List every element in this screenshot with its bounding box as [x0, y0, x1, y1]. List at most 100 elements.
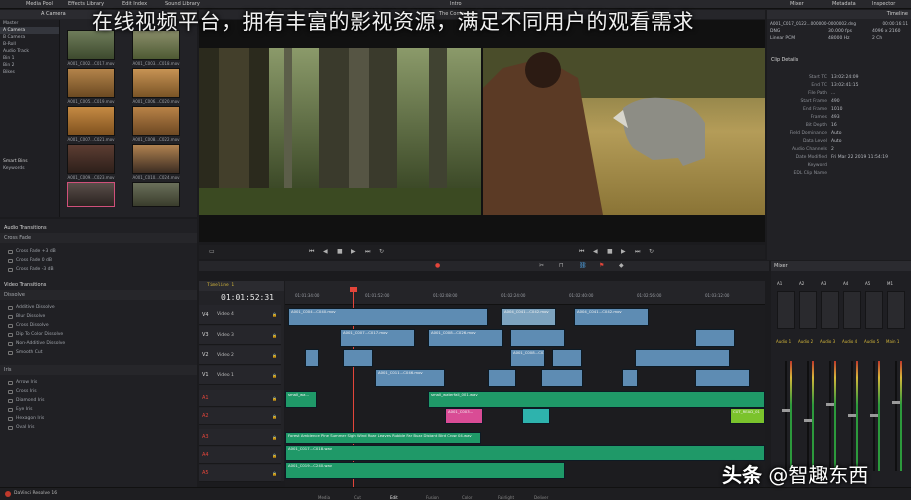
- stop-icon[interactable]: ■: [337, 248, 343, 255]
- page-tab-fusion[interactable]: Fusion: [426, 495, 439, 500]
- audio-clip[interactable]: small_wa...: [285, 391, 317, 408]
- link-icon[interactable]: ⛓: [579, 262, 587, 269]
- timeline-clip[interactable]: [695, 369, 750, 387]
- page-tab-edit[interactable]: Edit: [390, 495, 398, 500]
- bin-item-b-camera[interactable]: B Camera: [0, 34, 59, 41]
- fader-knob[interactable]: [870, 414, 878, 417]
- clip-thumbnail[interactable]: [67, 106, 115, 136]
- timeline-clip[interactable]: [343, 349, 373, 367]
- timeline-clip[interactable]: A001_C011...C046.mov: [375, 369, 445, 387]
- track-header-a5[interactable]: A5 🔒: [199, 465, 281, 482]
- fader-knob[interactable]: [826, 403, 834, 406]
- audio-clip[interactable]: A001_C019...C240.wav: [285, 462, 565, 479]
- clip-detail-value[interactable]: 16: [831, 123, 837, 128]
- blade-tool-icon[interactable]: ✂: [539, 262, 544, 269]
- smart-bin-keywords[interactable]: Keywords: [0, 165, 59, 172]
- timeline-clip[interactable]: [305, 349, 319, 367]
- clip-detail-value[interactable]: 1010: [831, 107, 842, 112]
- mixer-eq-slot[interactable]: [843, 291, 861, 329]
- clip-detail-value[interactable]: 2: [831, 147, 834, 152]
- mixer-fader[interactable]: [804, 361, 812, 471]
- loop-icon[interactable]: ↻: [649, 248, 654, 255]
- timeline-body[interactable]: 01:01:34:00 01:01:52:00 01:02:08:00 01:0…: [285, 281, 765, 487]
- track-header-a4[interactable]: A4 🔒: [199, 447, 281, 464]
- iris-section[interactable]: Iris: [0, 365, 197, 375]
- program-viewer[interactable]: [483, 48, 765, 215]
- clip-detail-value[interactable]: 490: [831, 99, 840, 104]
- page-tab-color[interactable]: Color: [462, 495, 472, 500]
- clip-thumbnail[interactable]: [132, 106, 180, 136]
- timeline-clip[interactable]: [488, 369, 516, 387]
- stop-icon[interactable]: ■: [607, 248, 613, 255]
- fx-item-cross-dissolve[interactable]: Cross Dissolve: [0, 321, 197, 330]
- lock-icon[interactable]: 🔒: [272, 453, 277, 458]
- skip-back-icon[interactable]: ⏮: [579, 248, 584, 256]
- timeline-clip[interactable]: [552, 349, 582, 367]
- clip-thumbnail[interactable]: [132, 144, 180, 174]
- bin-item-b-roll[interactable]: B-Roll: [0, 41, 59, 48]
- lock-icon[interactable]: 🔒: [272, 373, 277, 378]
- audio-clip[interactable]: A001_C003...: [445, 408, 483, 424]
- playhead-handle[interactable]: [350, 287, 357, 292]
- clip-detail-value[interactable]: Fri Mar 22 2019 11:54:19: [831, 155, 888, 160]
- fx-item-blur-dissolve[interactable]: Blur Dissolve: [0, 312, 197, 321]
- page-tab-media[interactable]: Media: [318, 495, 330, 500]
- fx-item-dip-to-color[interactable]: Dip To Color Dissolve: [0, 330, 197, 339]
- bin-item-bin-2[interactable]: Bin 2: [0, 62, 59, 69]
- fx-item-cross-fade-0[interactable]: Cross Fade 0 dB: [0, 256, 197, 265]
- bin-item-a-camera[interactable]: A Camera: [0, 27, 59, 34]
- track-header-a3[interactable]: A3 🔒: [199, 429, 281, 446]
- audio-clip[interactable]: A001_C017...C018.wav: [285, 445, 765, 461]
- fx-item-eye-iris[interactable]: Eye Iris: [0, 405, 197, 414]
- clip-detail-value[interactable]: Auto: [831, 139, 841, 144]
- inspector-button[interactable]: Inspector: [872, 1, 895, 7]
- fx-item-arrow-iris[interactable]: Arrow Iris: [0, 378, 197, 387]
- lock-icon[interactable]: 🔒: [272, 353, 277, 358]
- skip-forward-icon[interactable]: ⏭: [635, 248, 640, 256]
- lock-icon[interactable]: 🔒: [272, 414, 277, 419]
- mixer-fader[interactable]: [848, 361, 856, 471]
- timeline-clip[interactable]: [541, 369, 583, 387]
- media-pool-button[interactable]: Media Pool: [26, 1, 53, 7]
- flag-icon[interactable]: ⚑: [599, 262, 604, 269]
- cross-fade-section[interactable]: Cross Fade: [0, 233, 197, 243]
- master-bin[interactable]: Master: [0, 20, 59, 27]
- dissolve-section[interactable]: Dissolve: [0, 290, 197, 300]
- lock-icon[interactable]: 🔒: [272, 471, 277, 476]
- mixer-eq-slot[interactable]: [887, 291, 905, 329]
- record-icon[interactable]: ●: [435, 262, 440, 269]
- clip-thumbnail-selected[interactable]: [67, 182, 115, 207]
- fx-item-hexagon-iris[interactable]: Hexagon Iris: [0, 414, 197, 423]
- fx-item-diamond-iris[interactable]: Diamond Iris: [0, 396, 197, 405]
- mixer-eq-slot[interactable]: [865, 291, 883, 329]
- mixer-eq-slot[interactable]: [821, 291, 839, 329]
- viewer-mode-icon[interactable]: ▭: [209, 248, 215, 255]
- fader-knob[interactable]: [892, 401, 900, 404]
- clip-thumbnail[interactable]: [132, 68, 180, 98]
- timeline-clip[interactable]: A001_C007...C017.mov: [340, 329, 415, 347]
- clip-thumbnail[interactable]: [67, 144, 115, 174]
- skip-forward-icon[interactable]: ⏭: [365, 248, 370, 256]
- timeline-clip[interactable]: A001_C008...C026.mov: [428, 329, 503, 347]
- bin-item-bikes[interactable]: Bikes: [0, 69, 59, 76]
- play-reverse-icon[interactable]: ◀: [323, 248, 328, 255]
- fx-item-oval-iris[interactable]: Oval Iris: [0, 423, 197, 432]
- timeline-name[interactable]: Timeline 1: [207, 283, 234, 288]
- fx-item-additive-dissolve[interactable]: Additive Dissolve: [0, 303, 197, 312]
- mixer-fader[interactable]: [782, 361, 790, 471]
- page-tab-cut[interactable]: Cut: [354, 495, 361, 500]
- source-viewer[interactable]: [199, 48, 481, 215]
- track-header-v4[interactable]: V4 Video 4 🔒: [199, 305, 281, 325]
- audio-clip[interactable]: [522, 408, 550, 424]
- timeline-clip[interactable]: A001_C004...C040.mov: [288, 308, 488, 326]
- skip-back-icon[interactable]: ⏮: [309, 248, 314, 256]
- fx-item-cross-fade-plus3[interactable]: Cross Fade +3 dB: [0, 247, 197, 256]
- timeline-clip[interactable]: A004_C041...C042.mov: [574, 308, 649, 326]
- play-icon[interactable]: ▶: [351, 248, 356, 255]
- timeline-ruler[interactable]: 01:01:34:00 01:01:52:00 01:02:08:00 01:0…: [285, 281, 765, 305]
- track-header-v2[interactable]: V2 Video 2 🔒: [199, 346, 281, 365]
- clip-detail-value[interactable]: 493: [831, 115, 840, 120]
- snap-icon[interactable]: ⊓: [559, 262, 564, 269]
- audio-clip[interactable]: Forest Ambience Pine Summer Sigh Wind Ro…: [285, 432, 481, 444]
- lock-icon[interactable]: 🔒: [272, 312, 277, 317]
